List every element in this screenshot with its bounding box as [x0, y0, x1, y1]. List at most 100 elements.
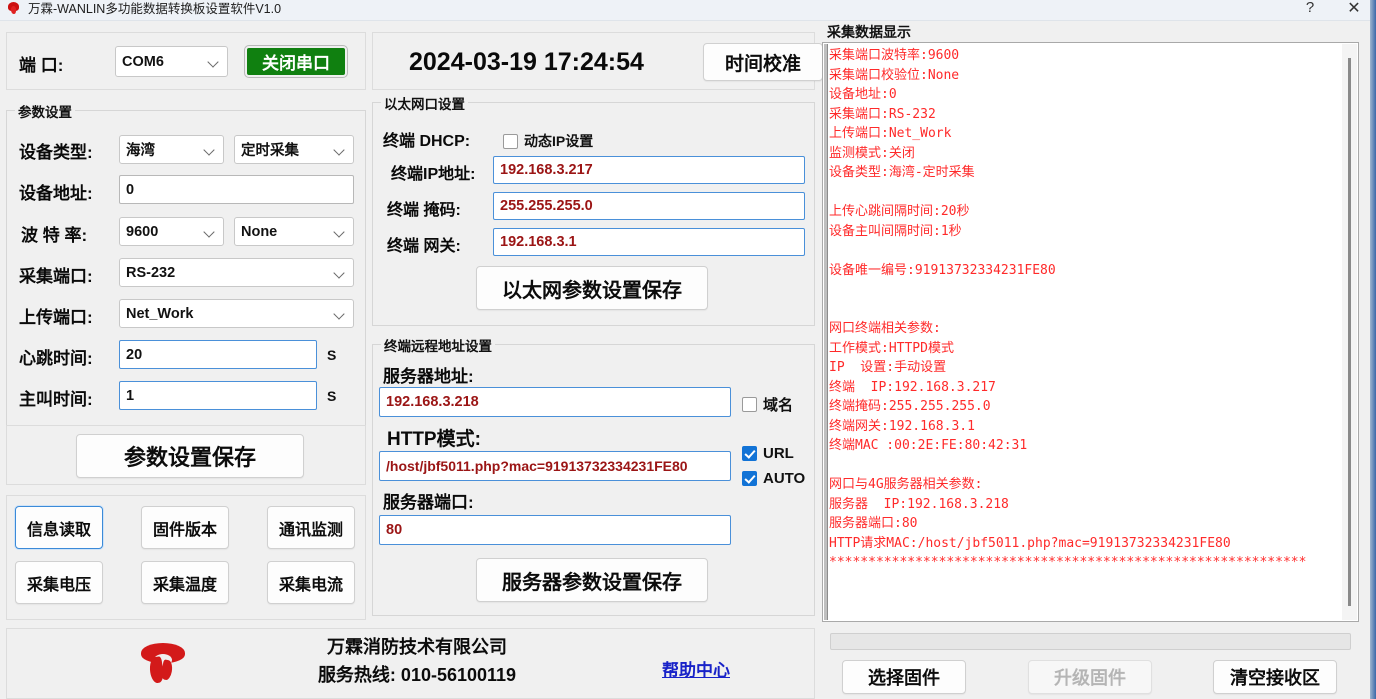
collect-voltage-button[interactable]: 采集电压 [15, 561, 103, 604]
port-select-value: COM6 [122, 53, 164, 70]
data-display-area[interactable]: 采集端口波特率:9600 采集端口校验位:None 设备地址:0 采集端口:RS… [822, 42, 1359, 622]
upload-port-label: 上传端口: [19, 308, 93, 327]
select-firmware-button-label: 选择固件 [868, 668, 940, 688]
ethernet-save-button[interactable]: 以太网参数设置保存 [476, 266, 708, 310]
time-calibrate-button-label: 时间校准 [724, 53, 801, 75]
dhcp-checkbox[interactable]: 动态IP设置 [503, 131, 593, 151]
actions-panel: 信息读取 固件版本 通讯监测 采集电压 采集温度 采集电流 [6, 495, 366, 620]
device-type-label: 设备类型: [19, 143, 93, 162]
remote-save-button[interactable]: 服务器参数设置保存 [476, 558, 708, 602]
upgrade-firmware-button-label: 升级固件 [1054, 668, 1126, 688]
collect-current-button[interactable]: 采集电流 [267, 561, 355, 604]
calltime-input[interactable]: 1 [119, 381, 317, 410]
help-center-link[interactable]: 帮助中心 [662, 656, 730, 681]
close-serial-button[interactable]: 关闭串口 [244, 45, 348, 78]
comm-monitor-button-label: 通讯监测 [278, 521, 343, 539]
baud-select[interactable]: 9600 [119, 217, 224, 246]
chevron-down-icon [203, 143, 217, 157]
collect-temperature-button-label: 采集温度 [152, 576, 217, 594]
device-type-select[interactable]: 海湾 [119, 135, 224, 164]
remote-groupbox: 终端远程地址设置 服务器地址: 192.168.3.218 域名 HTTP模式:… [372, 335, 815, 616]
remote-save-button-label: 服务器参数设置保存 [502, 571, 682, 594]
dhcp-label: 终端 DHCP: [383, 133, 471, 150]
server-addr-value: 192.168.3.218 [386, 394, 479, 410]
checkbox-checked-icon [742, 471, 757, 486]
chevron-down-icon [333, 307, 347, 321]
port-select[interactable]: COM6 [115, 46, 228, 77]
collect-mode-value: 定时采集 [241, 143, 299, 159]
upload-port-select[interactable]: Net_Work [119, 299, 354, 328]
clear-receive-button-label: 清空接收区 [1230, 668, 1320, 688]
ip-value: 192.168.3.217 [500, 162, 593, 178]
http-mode-value: /host/jbf5011.php?mac=91913732334231FE80 [386, 458, 688, 474]
chevron-down-icon [203, 225, 217, 239]
info-read-button[interactable]: 信息读取 [15, 506, 103, 549]
chevron-down-icon [333, 225, 347, 239]
collect-mode-select[interactable]: 定时采集 [234, 135, 354, 164]
heartbeat-label: 心跳时间: [19, 349, 93, 368]
params-groupbox: 参数设置 设备类型: 海湾 定时采集 设备地址: 0 波 特 率: 9600 N… [6, 101, 366, 430]
server-port-label: 服务器端口: [383, 493, 474, 512]
company-name: 万霖消防技术有限公司 [327, 637, 507, 657]
data-vertical-scrollbar[interactable] [1342, 44, 1357, 620]
server-port-input[interactable]: 80 [379, 515, 731, 545]
device-type-value: 海湾 [126, 143, 155, 159]
window-controls: ? ✕ [1288, 0, 1376, 21]
params-save-button[interactable]: 参数设置保存 [76, 434, 304, 478]
device-addr-value: 0 [126, 181, 135, 198]
mask-label: 终端 掩码: [387, 202, 461, 219]
title-bar: 万霖-WANLIN多功能数据转换板设置软件V1.0 ? ✕ [0, 0, 1376, 21]
port-label: 端 口: [19, 56, 64, 75]
heartbeat-input[interactable]: 20 [119, 340, 317, 369]
dhcp-checkbox-label: 动态IP设置 [524, 133, 594, 149]
chevron-down-icon [333, 143, 347, 157]
info-read-button-label: 信息读取 [26, 521, 91, 539]
brand-footer-panel: 万霖消防技术有限公司 服务热线: 010-56100119 帮助中心 [6, 628, 815, 699]
calltime-label: 主叫时间: [19, 390, 93, 409]
firmware-version-button[interactable]: 固件版本 [141, 506, 229, 549]
data-display-text: 采集端口波特率:9600 采集端口校验位:None 设备地址:0 采集端口:RS… [829, 48, 1307, 570]
collect-temperature-button[interactable]: 采集温度 [141, 561, 229, 604]
ethernet-save-button-label: 以太网参数设置保存 [502, 279, 682, 302]
baud-label: 波 特 率: [21, 226, 88, 245]
select-firmware-button[interactable]: 选择固件 [842, 660, 966, 694]
server-addr-input[interactable]: 192.168.3.218 [379, 387, 731, 417]
ethernet-groupbox: 以太网口设置 终端 DHCP: 动态IP设置 终端IP地址: 192.168.3… [372, 93, 815, 326]
http-mode-input[interactable]: /host/jbf5011.php?mac=91913732334231FE80 [379, 451, 731, 481]
chevron-down-icon [207, 55, 221, 69]
heartbeat-value: 20 [126, 346, 143, 363]
close-serial-button-label: 关闭串口 [262, 54, 330, 73]
url-checkbox[interactable]: URL [742, 445, 794, 462]
scrollbar-thumb[interactable] [1348, 58, 1351, 606]
datetime-display: 2024-03-19 17:24:54 [409, 48, 644, 76]
help-icon[interactable]: ? [1288, 0, 1332, 18]
window-right-edge [1370, 0, 1376, 699]
upgrade-progress-bar [830, 633, 1351, 650]
gateway-label: 终端 网关: [387, 238, 461, 255]
parity-select[interactable]: None [234, 217, 354, 246]
port-panel: 端 口: COM6 关闭串口 [6, 32, 366, 90]
auto-checkbox-label: AUTO [763, 470, 806, 487]
collect-port-value: RS-232 [126, 264, 176, 281]
checkbox-box-icon [742, 397, 757, 412]
gateway-input[interactable]: 192.168.3.1 [493, 228, 805, 256]
time-calibrate-button[interactable]: 时间校准 [703, 43, 823, 81]
checkbox-checked-icon [742, 446, 757, 461]
ethernet-group-title: 以太网口设置 [381, 93, 468, 113]
ip-input[interactable]: 192.168.3.217 [493, 156, 805, 184]
mask-input[interactable]: 255.255.255.0 [493, 192, 805, 220]
app-logo-icon [6, 1, 22, 15]
upgrade-firmware-button[interactable]: 升级固件 [1028, 660, 1152, 694]
domain-checkbox-label: 域名 [763, 397, 794, 414]
domain-checkbox[interactable]: 域名 [742, 394, 793, 415]
app-window: 万霖-WANLIN多功能数据转换板设置软件V1.0 ? ✕ 端 口: COM6 … [0, 0, 1376, 699]
clear-receive-button[interactable]: 清空接收区 [1213, 660, 1337, 694]
http-mode-label: HTTP模式: [387, 429, 481, 450]
comm-monitor-button[interactable]: 通讯监测 [267, 506, 355, 549]
datadisplay-group-title: 采集数据显示 [824, 22, 914, 42]
device-addr-input[interactable]: 0 [119, 175, 354, 204]
collect-port-select[interactable]: RS-232 [119, 258, 354, 287]
auto-checkbox[interactable]: AUTO [742, 470, 805, 487]
server-addr-label: 服务器地址: [383, 367, 474, 386]
params-save-button-label: 参数设置保存 [123, 445, 256, 470]
